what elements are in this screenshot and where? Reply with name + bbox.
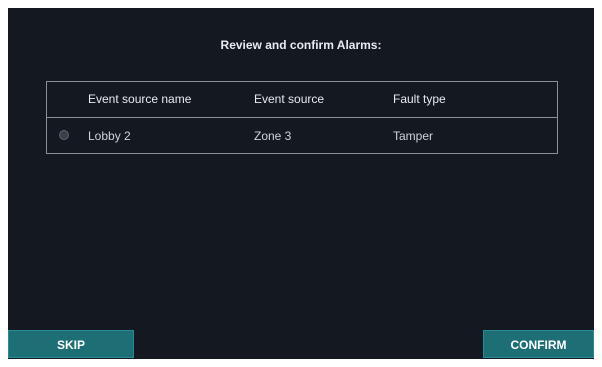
skip-button[interactable]: SKIP xyxy=(8,330,134,358)
column-header-fault-type: Fault type xyxy=(393,92,446,106)
alarms-table: Event source name Event source Fault typ… xyxy=(46,81,558,154)
alarm-review-screen: Review and confirm Alarms: Event source … xyxy=(8,8,594,359)
event-source-name-cell: Lobby 2 xyxy=(88,129,131,143)
table-header: Event source name Event source Fault typ… xyxy=(47,82,557,118)
table-row[interactable]: Lobby 2 Zone 3 Tamper xyxy=(47,118,557,154)
dialog-title: Review and confirm Alarms: xyxy=(220,38,382,52)
confirm-button[interactable]: CONFIRM xyxy=(483,330,594,358)
column-header-event-source-name: Event source name xyxy=(88,92,192,106)
event-source-cell: Zone 3 xyxy=(254,129,292,143)
row-select-radio[interactable] xyxy=(59,130,69,140)
column-header-event-source: Event source xyxy=(254,92,325,106)
fault-type-cell: Tamper xyxy=(393,129,434,143)
